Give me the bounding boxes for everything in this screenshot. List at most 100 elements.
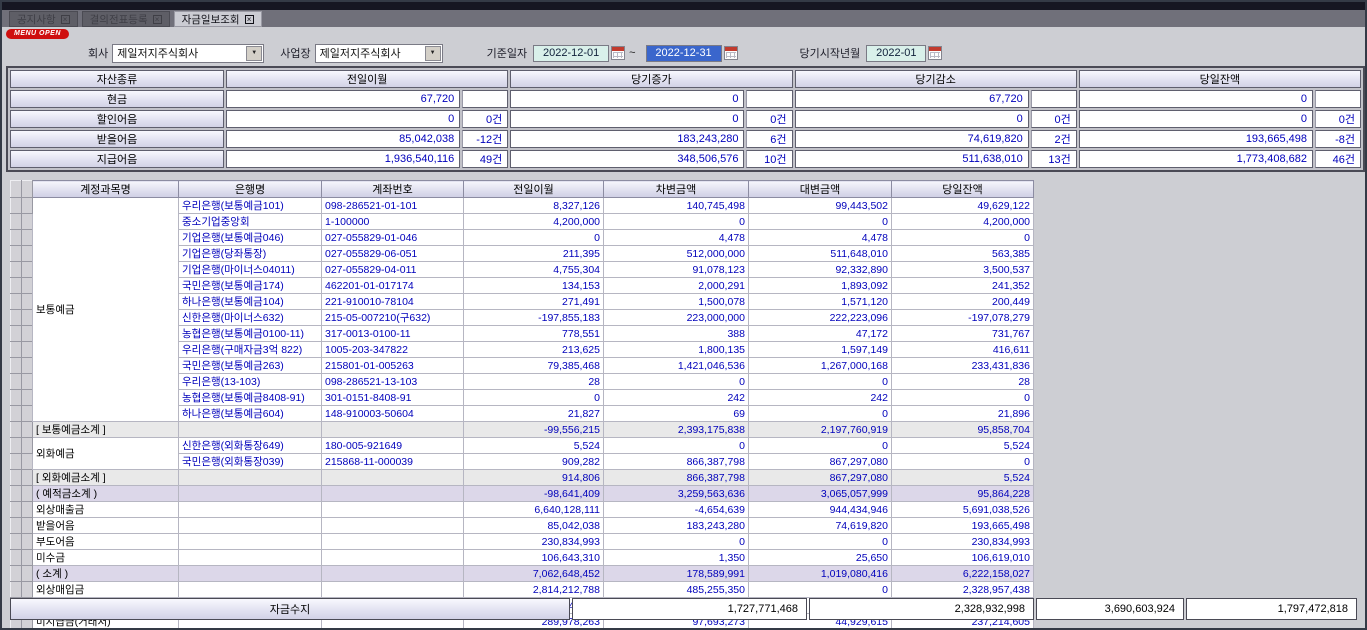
row-selector-cell[interactable] (22, 438, 33, 454)
row-selector-cell[interactable] (22, 198, 33, 214)
balance-amount-cell: 230,834,993 (892, 534, 1034, 550)
account-no-cell: 221-910010-78104 (322, 294, 464, 310)
close-icon[interactable]: × (245, 15, 254, 24)
debit-amount-cell: 2,393,175,838 (604, 422, 749, 438)
account-no-cell: 027-055829-06-051 (322, 246, 464, 262)
row-selector-cell[interactable] (11, 406, 22, 422)
row-selector-cell[interactable] (11, 246, 22, 262)
row-selector-cell[interactable] (22, 390, 33, 406)
row-selector-cell[interactable] (11, 502, 22, 518)
date-to-input[interactable]: 2022-12-31 (646, 45, 722, 62)
row-selector-cell[interactable] (11, 390, 22, 406)
row-selector-cell[interactable] (11, 486, 22, 502)
row-selector-cell[interactable] (22, 326, 33, 342)
row-selector-cell[interactable] (22, 486, 33, 502)
summary-header-row: 자산종류전일이월당기증가당기감소당일잔액 (10, 70, 1361, 88)
summary-row: 할인어음00건00건00건00건 (10, 110, 1361, 128)
tab[interactable]: 공지사항× (9, 11, 78, 27)
tab[interactable]: 자금일보조회 × (174, 11, 262, 27)
calendar-icon[interactable] (724, 46, 738, 60)
calendar-icon[interactable] (928, 46, 942, 60)
workplace-select[interactable]: 제일저지주식회사 ▼ (315, 44, 443, 63)
detail-column-header: 계정과목명 (33, 181, 179, 198)
row-selector-cell[interactable] (22, 294, 33, 310)
row-selector-cell[interactable] (22, 566, 33, 582)
date-from-input[interactable]: 2022-12-01 (533, 45, 609, 62)
summary-row: 받을어음85,042,038-12건183,243,2806건74,619,82… (10, 130, 1361, 148)
row-selector-cell[interactable] (22, 278, 33, 294)
row-selector-cell[interactable] (11, 278, 22, 294)
summary-column-header: 당기감소 (795, 70, 1077, 88)
chevron-down-icon[interactable]: ▼ (425, 46, 441, 61)
row-selector-cell[interactable] (11, 582, 22, 598)
detail-column-header: 은행명 (179, 181, 322, 198)
row-selector-cell[interactable] (11, 198, 22, 214)
row-selector-cell[interactable] (22, 534, 33, 550)
account-no-cell: 098-286521-01-101 (322, 198, 464, 214)
row-selector-cell[interactable] (11, 214, 22, 230)
forward-amount-cell: 8,327,126 (464, 198, 604, 214)
detail-column-header: 대변금액 (749, 181, 892, 198)
row-selector-cell[interactable] (11, 326, 22, 342)
calendar-icon[interactable] (611, 46, 625, 60)
row-selector-cell[interactable] (11, 294, 22, 310)
account-no-cell (322, 518, 464, 534)
account-label-cell: 미수금 (33, 550, 179, 566)
row-selector-cell[interactable] (22, 582, 33, 598)
row-selector-cell[interactable] (22, 470, 33, 486)
row-selector-cell[interactable] (22, 230, 33, 246)
row-selector-cell[interactable] (11, 550, 22, 566)
row-selector-cell[interactable] (22, 358, 33, 374)
forward-amount-cell: 914,806 (464, 470, 604, 486)
row-selector-cell[interactable] (22, 502, 33, 518)
debit-amount-cell: 242 (604, 390, 749, 406)
row-selector-cell[interactable] (22, 310, 33, 326)
row-selector-cell[interactable] (11, 342, 22, 358)
account-no-cell: 462201-01-017174 (322, 278, 464, 294)
row-selector-cell[interactable] (22, 374, 33, 390)
row-selector-cell[interactable] (11, 374, 22, 390)
debit-amount-cell: 69 (604, 406, 749, 422)
workplace-value: 제일저지주식회사 (320, 45, 401, 61)
row-selector-cell[interactable] (22, 550, 33, 566)
row-selector-cell[interactable] (22, 406, 33, 422)
row-selector-cell[interactable] (22, 246, 33, 262)
row-selector-cell[interactable] (11, 454, 22, 470)
row-selector-cell[interactable] (11, 438, 22, 454)
bank-name-cell: 신한은행(마이너스632) (179, 310, 322, 326)
row-selector-cell[interactable] (11, 518, 22, 534)
detail-column-header: 전일이월 (464, 181, 604, 198)
row-selector-cell[interactable] (11, 470, 22, 486)
summary-amount-cell: 183,243,280 (510, 130, 744, 148)
tab[interactable]: 결의전표등록× (82, 11, 170, 27)
close-icon[interactable]: × (153, 15, 162, 24)
row-selector-cell[interactable] (22, 342, 33, 358)
forward-amount-cell: 0 (464, 390, 604, 406)
row-selector-cell[interactable] (11, 358, 22, 374)
row-selector-cell[interactable] (11, 262, 22, 278)
bank-name-cell: 우리은행(13-103) (179, 374, 322, 390)
row-selector-cell[interactable] (22, 454, 33, 470)
menu-open-button[interactable]: MENU OPEN (6, 29, 69, 39)
close-icon[interactable]: × (61, 15, 70, 24)
tab-label: 자금일보조회 (182, 12, 240, 27)
summary-count-cell: -8건 (1315, 130, 1361, 148)
row-selector-cell[interactable] (11, 230, 22, 246)
row-selector-cell[interactable] (11, 422, 22, 438)
row-selector-cell[interactable] (11, 566, 22, 582)
row-selector-cell[interactable] (22, 214, 33, 230)
table-row: [ 외화예금소계 ]914,806866,387,798867,297,0805… (11, 470, 1034, 486)
row-selector-cell[interactable] (11, 534, 22, 550)
row-selector-cell[interactable] (22, 262, 33, 278)
row-selector-cell[interactable] (22, 518, 33, 534)
row-selector-cell[interactable] (11, 310, 22, 326)
chevron-down-icon[interactable]: ▼ (246, 46, 262, 61)
period-start-input[interactable]: 2022-01 (866, 45, 926, 62)
workplace-label: 사업장 (280, 45, 310, 61)
row-selector-cell[interactable] (22, 422, 33, 438)
credit-amount-cell: 1,267,000,168 (749, 358, 892, 374)
company-select[interactable]: 제일저지주식회사 ▼ (112, 44, 264, 63)
forward-amount-cell: 85,042,038 (464, 518, 604, 534)
table-row: ( 소계 )7,062,648,452178,589,9911,019,080,… (11, 566, 1034, 582)
bank-name-cell (179, 550, 322, 566)
